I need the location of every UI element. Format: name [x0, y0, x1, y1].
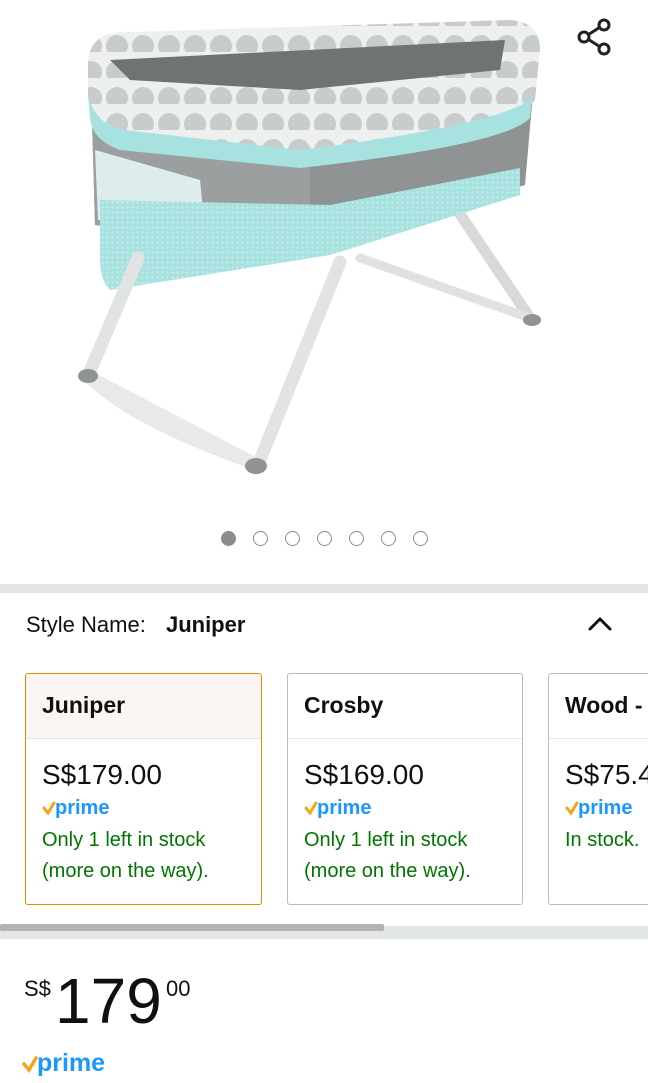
option-name: Juniper	[26, 674, 261, 739]
carousel-dot[interactable]	[349, 531, 364, 546]
style-option-crosby[interactable]: Crosby S$169.00 prime Only 1 left in sto…	[287, 673, 523, 905]
option-stock: In stock.	[565, 829, 640, 851]
style-option-wood[interactable]: Wood - S$75.4 prime In stock.	[548, 673, 648, 905]
product-image-carousel[interactable]	[0, 0, 648, 520]
carousel-dot[interactable]	[317, 531, 332, 546]
option-price: S$75.4	[565, 759, 648, 790]
style-name-value: Juniper	[165, 612, 246, 637]
prime-badge: prime	[549, 791, 648, 821]
prime-logo-icon: prime	[304, 797, 371, 819]
option-price: S$179.00	[42, 759, 162, 790]
option-name: Wood -	[549, 674, 648, 739]
option-stock: Only 1 left in stock (more on the way).	[42, 829, 209, 882]
carousel-dot[interactable]	[413, 531, 428, 546]
section-divider	[0, 584, 648, 593]
product-image	[78, 20, 541, 474]
price-fraction: 00	[166, 976, 191, 1001]
prime-logo-icon: prime	[22, 1049, 105, 1077]
option-stock: Only 1 left in stock (more on the way).	[304, 829, 471, 882]
chevron-up-icon	[588, 617, 612, 631]
prime-text: prime	[317, 797, 371, 819]
carousel-dot[interactable]	[221, 531, 236, 546]
option-price: S$169.00	[304, 759, 424, 790]
prime-logo-icon: prime	[565, 797, 632, 819]
options-scrollbar-thumb[interactable]	[0, 924, 384, 931]
prime-badge-main: prime	[22, 1048, 132, 1083]
price-whole: 179	[55, 965, 162, 1037]
prime-logo-icon: prime	[42, 797, 109, 819]
prime-text: prime	[37, 1049, 105, 1077]
style-name-row: Style Name: Juniper	[26, 612, 626, 652]
prime-text: prime	[578, 797, 632, 819]
share-button[interactable]	[574, 16, 616, 58]
style-option-juniper[interactable]: Juniper S$179.00 prime Only 1 left in st…	[25, 673, 262, 905]
carousel-dot[interactable]	[285, 531, 300, 546]
prime-badge: prime	[26, 791, 261, 821]
prime-badge: prime	[288, 791, 522, 821]
share-icon	[577, 18, 611, 56]
style-name-label: Style Name:	[26, 612, 146, 637]
prime-text: prime	[55, 797, 109, 819]
collapse-style-button[interactable]	[582, 607, 618, 643]
option-name: Crosby	[288, 674, 522, 739]
carousel-dot[interactable]	[253, 531, 268, 546]
carousel-pagination	[0, 531, 648, 549]
price-currency: S$	[24, 976, 51, 1001]
section-divider	[0, 931, 648, 939]
carousel-dot[interactable]	[381, 531, 396, 546]
